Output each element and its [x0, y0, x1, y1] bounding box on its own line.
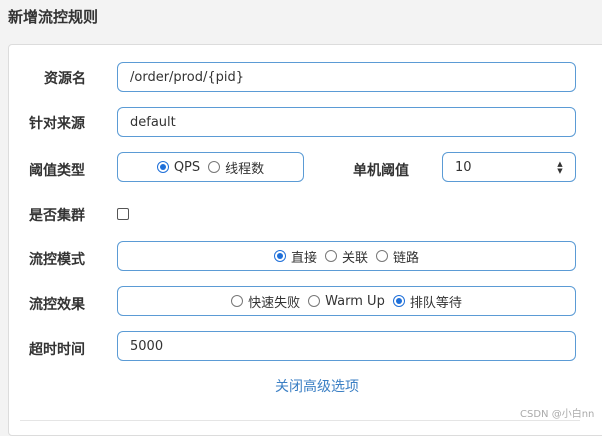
single-threshold-value: 10 [455, 159, 472, 175]
flow-effect-label: 流控效果 [29, 297, 85, 313]
timeout-value: 5000 [130, 338, 164, 354]
flow-effect-group: 快速失败 Warm Up 排队等待 [117, 286, 576, 316]
flow-effect-fast-fail-label: 快速失败 [248, 295, 301, 311]
resource-input[interactable]: /order/prod/{pid} [117, 62, 576, 92]
flow-mode-associate-label: 关联 [341, 250, 368, 266]
flow-effect-warm-up-label: Warm Up [325, 293, 385, 309]
flow-mode-direct-option[interactable]: 直接 [273, 247, 317, 266]
flow-effect-fast-fail-option[interactable]: 快速失败 [231, 292, 300, 311]
threshold-type-label: 阈值类型 [29, 163, 85, 179]
flow-effect-queue-option[interactable]: 排队等待 [392, 292, 462, 311]
footer-divider [20, 420, 580, 421]
timeout-input[interactable]: 5000 [117, 331, 576, 361]
flow-mode-direct-label: 直接 [290, 250, 317, 266]
radio-checked-icon[interactable] [392, 295, 405, 307]
cluster-label: 是否集群 [29, 208, 85, 224]
flow-effect-warm-up-option[interactable]: Warm Up [308, 294, 385, 309]
resource-value: /order/prod/{pid} [130, 69, 244, 85]
source-label: 针对来源 [29, 116, 85, 132]
radio-checked-icon[interactable] [156, 161, 169, 173]
flow-effect-queue-label: 排队等待 [409, 295, 462, 311]
source-value: default [130, 114, 176, 130]
dialog-title: 新增流控规则 [8, 8, 99, 26]
single-threshold-input[interactable]: 10 ▲ ▼ [442, 152, 576, 182]
radio-unchecked-icon[interactable] [208, 161, 221, 173]
threshold-type-qps-option[interactable]: QPS [156, 159, 201, 175]
flow-mode-associate-option[interactable]: 关联 [324, 247, 368, 266]
single-threshold-label: 单机阈值 [353, 163, 409, 179]
threshold-type-thread-option[interactable]: 线程数 [208, 158, 264, 177]
threshold-type-group: QPS 线程数 [117, 152, 304, 182]
flow-mode-label: 流控模式 [29, 252, 85, 268]
flow-mode-chain-option[interactable]: 链路 [376, 247, 419, 266]
radio-unchecked-icon[interactable] [376, 250, 388, 262]
resource-label: 资源名 [44, 71, 86, 87]
radio-checked-icon[interactable] [273, 250, 286, 262]
cluster-checkbox[interactable] [117, 208, 129, 220]
watermark: CSDN @小白nn [520, 409, 595, 420]
threshold-type-thread-label: 线程数 [225, 161, 265, 177]
radio-unchecked-icon[interactable] [324, 250, 337, 262]
close-advanced-options-link[interactable]: 关闭高级选项 [275, 376, 359, 396]
flow-mode-chain-label: 链路 [393, 250, 420, 266]
radio-unchecked-icon[interactable] [308, 295, 321, 307]
source-input[interactable]: default [117, 107, 576, 137]
threshold-type-qps-label: QPS [173, 159, 201, 175]
radio-unchecked-icon[interactable] [231, 295, 244, 307]
flow-mode-group: 直接 关联 链路 [117, 241, 576, 271]
number-spinner-icon[interactable]: ▲ ▼ [555, 161, 565, 175]
timeout-label: 超时时间 [29, 342, 85, 358]
